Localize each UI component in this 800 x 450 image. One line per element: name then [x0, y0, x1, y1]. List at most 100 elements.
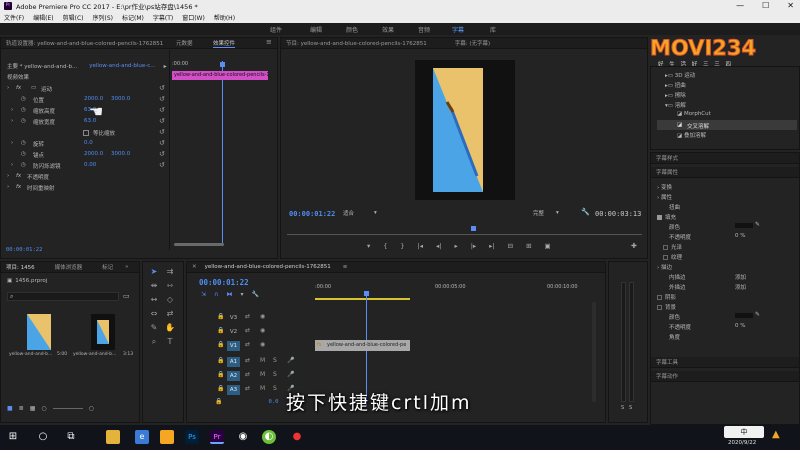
track-name[interactable]: A2 — [227, 371, 240, 381]
video-canvas[interactable] — [415, 60, 515, 200]
effect-additive-dissolve[interactable]: ◪ 叠加溶解 — [677, 131, 706, 139]
lock-track-icon[interactable]: 🔒 — [217, 313, 224, 320]
lock-icon[interactable]: ■ — [7, 405, 13, 412]
timeline-vertical-scrollbar[interactable] — [592, 302, 596, 402]
rate-stretch-tool-icon[interactable]: ↔ — [149, 295, 159, 305]
go-to-out-icon[interactable]: ▸| — [489, 242, 494, 250]
titler-styles-header[interactable]: 字幕样式 — [651, 153, 799, 164]
eye-icon[interactable]: ◉ — [260, 341, 265, 348]
microphone-icon[interactable]: 🎤 — [287, 357, 294, 364]
reset-icon[interactable]: ↺ — [159, 106, 165, 114]
mini-playhead-handle-icon[interactable] — [220, 62, 225, 67]
section-properties[interactable]: › 属性 — [657, 193, 672, 201]
tab-markers[interactable]: 标记 — [102, 263, 113, 271]
master-track-value[interactable]: 0.0 — [268, 399, 278, 405]
sync-lock-icon[interactable]: ⇄ — [245, 313, 250, 320]
snap-icon[interactable]: ∩ — [214, 291, 218, 298]
chat-app-icon[interactable]: ◐ — [262, 430, 276, 444]
menu-window[interactable]: 窗口(W) — [182, 13, 205, 22]
slip-tool-icon[interactable]: ⇔ — [149, 309, 159, 319]
tab-media-browser[interactable]: 媒体浏览器 — [55, 263, 83, 271]
program-scrubber[interactable] — [287, 231, 642, 235]
mini-playhead[interactable] — [222, 61, 223, 246]
outer-stroke-add[interactable]: 添加 — [735, 283, 746, 291]
stopwatch-icon[interactable]: ◷ — [21, 151, 26, 157]
work-area-bar[interactable] — [315, 298, 410, 300]
close-tab-icon[interactable]: ✕ — [192, 264, 197, 270]
export-frame-icon[interactable]: ▣ — [545, 242, 551, 250]
effects-folder-wipe[interactable]: ▸▭ 擦除 — [665, 91, 686, 99]
file-explorer-icon[interactable] — [106, 430, 120, 444]
workspace-tab-color[interactable]: 颜色 — [346, 25, 358, 34]
sync-lock-icon[interactable]: ⇄ — [245, 357, 250, 364]
search-icon[interactable]: ○ — [36, 430, 50, 444]
nest-icon[interactable]: ⇲ — [201, 291, 206, 298]
quality-dropdown[interactable]: 完整 ▾ — [533, 209, 559, 217]
icon-view-icon[interactable]: ▦ — [30, 405, 36, 412]
timeline-sequence-title[interactable]: yellow-and-and-blue-colored-pencils-1762… — [205, 264, 331, 270]
lock-track-icon[interactable]: 🔒 — [215, 398, 222, 405]
lock-track-icon[interactable]: 🔒 — [217, 371, 224, 378]
selection-tool-icon[interactable]: ➤ — [149, 267, 159, 277]
lock-track-icon[interactable]: 🔒 — [217, 327, 224, 334]
effects-folder-dissolve[interactable]: ▾▭ 溶解 — [665, 101, 686, 109]
solo-icon[interactable]: S — [273, 371, 277, 378]
background-color-swatch[interactable] — [735, 313, 753, 318]
expand-chevron-icon[interactable]: › — [7, 184, 9, 190]
fill-opacity-value[interactable]: 0 % — [735, 233, 745, 239]
section-fill[interactable]: 填充 — [657, 213, 676, 221]
rotation-value[interactable]: 0.0 — [84, 140, 93, 146]
wrench-icon[interactable]: 🔧 — [251, 291, 258, 298]
reset-icon[interactable]: ↺ — [159, 117, 165, 125]
project-search-input[interactable]: ⌕ — [7, 292, 119, 301]
shadow-checkbox[interactable] — [657, 294, 662, 300]
solo-icon[interactable]: S — [273, 357, 277, 364]
new-bin-icon[interactable]: ▭ — [123, 292, 130, 300]
play-icon[interactable]: ▸ — [454, 242, 457, 250]
sheen-checkbox[interactable] — [663, 244, 668, 250]
effect-controls-clip-title[interactable]: 轨道设置器: yellow-and-and-blue-colored-penci… — [6, 39, 163, 47]
expand-chevron-icon[interactable]: › — [7, 85, 9, 91]
ripple-edit-tool-icon[interactable]: ⇹ — [149, 281, 159, 291]
track-name[interactable]: V2 — [227, 327, 240, 337]
folder-app-icon[interactable] — [160, 430, 174, 444]
track-name[interactable]: V1 — [227, 341, 240, 351]
zoom-out-icon[interactable]: ○ — [41, 405, 46, 412]
section-shadow[interactable]: 阴影 — [657, 293, 676, 301]
timeline-clip[interactable]: fx yellow-and-and-blue-colored-pe — [315, 340, 410, 351]
titler-actions-header[interactable]: 字幕动作 — [651, 371, 799, 382]
linked-selection-icon[interactable]: ⧓ — [226, 291, 232, 298]
reset-icon[interactable]: ↺ — [159, 128, 165, 136]
add-marker-icon[interactable]: ▾ — [367, 242, 370, 250]
mute-icon[interactable]: M — [260, 357, 265, 364]
reset-icon[interactable]: ↺ — [159, 161, 165, 169]
panel-menu-icon[interactable]: ≡ — [343, 264, 348, 270]
expand-chevron-icon[interactable]: › — [11, 107, 13, 113]
section-background[interactable]: 背景 — [657, 303, 676, 311]
tab-effect-controls[interactable]: 效果控件 — [213, 39, 236, 48]
menu-sequence[interactable]: 序列(S) — [93, 13, 114, 22]
effects-folder-distort[interactable]: ▸▭ 扭曲 — [665, 81, 686, 89]
expand-chevron-icon[interactable]: › — [7, 173, 9, 179]
program-playhead-icon[interactable] — [471, 226, 476, 231]
motion-row[interactable]: › fx ▭ 运动 ↺ — [1, 83, 166, 94]
list-view-icon[interactable]: ≣ — [19, 405, 24, 412]
taskbar-date[interactable]: 2020/9/22 — [728, 440, 756, 446]
track-name[interactable]: V3 — [227, 313, 240, 323]
rolling-edit-tool-icon[interactable]: ⇿ — [165, 281, 175, 291]
workspace-tab-audio[interactable]: 音频 — [418, 25, 430, 34]
tab-project[interactable]: 项目: 1456 — [6, 263, 35, 271]
stopwatch-icon[interactable]: ◷ — [21, 140, 26, 146]
task-view-icon[interactable]: ⧉ — [64, 430, 78, 444]
menu-file[interactable]: 文件(F) — [4, 13, 24, 22]
menu-clip[interactable]: 剪辑(C) — [63, 13, 84, 22]
record-app-icon[interactable]: ● — [290, 430, 304, 444]
solo-icon[interactable]: S — [273, 385, 277, 392]
track-name[interactable]: A1 — [227, 357, 240, 367]
step-back-icon[interactable]: ◂| — [436, 242, 441, 250]
lift-icon[interactable]: ⊟ — [508, 242, 513, 250]
section-stroke[interactable]: › 描边 — [657, 263, 672, 271]
workspace-tab-effects[interactable]: 效果 — [382, 25, 394, 34]
meter-solo-label[interactable]: S — [621, 405, 624, 411]
start-button-icon[interactable]: ⊞ — [6, 430, 20, 444]
